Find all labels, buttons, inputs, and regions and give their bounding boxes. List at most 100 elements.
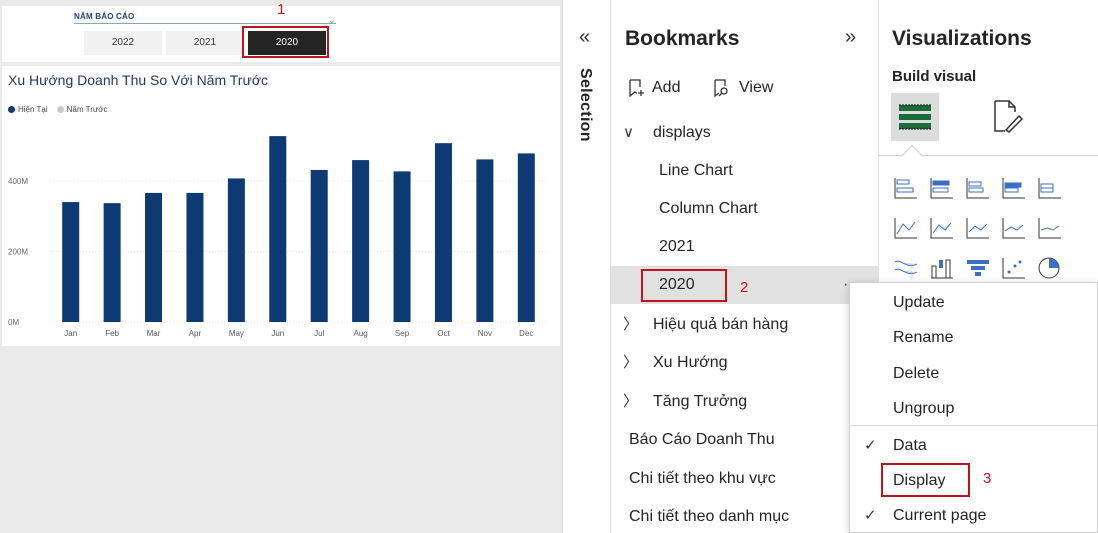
bar-mar[interactable]	[145, 192, 163, 322]
format-visual-tab[interactable]	[989, 98, 1025, 139]
slicer-option-2022[interactable]: 2022	[84, 31, 162, 55]
format-visual-icon	[994, 100, 1024, 133]
menu-item-delete[interactable]: Delete	[850, 357, 1098, 391]
bookmark-item[interactable]: Column Chart	[611, 190, 879, 228]
slicer-option-2021[interactable]: 2021	[166, 31, 244, 55]
ribbon-chart-icon[interactable]	[894, 260, 918, 275]
add-label: Add	[652, 79, 681, 96]
view-bookmark-button[interactable]: View	[712, 78, 773, 98]
bookmark-label: Column Chart	[659, 200, 758, 217]
chevron-down-icon[interactable]: ⌄	[328, 15, 336, 26]
bar-feb[interactable]	[103, 203, 121, 322]
bookmark-group-label: Hiệu quả bán hàng	[653, 316, 789, 333]
add-bookmark-icon	[629, 79, 644, 98]
menu-item-ungroup[interactable]: Ungroup	[850, 392, 1098, 426]
menu-separator	[850, 425, 1098, 426]
pie-icon[interactable]	[1038, 257, 1060, 279]
build-visual-tab[interactable]	[891, 93, 939, 141]
100-bar-icon[interactable]	[1038, 178, 1061, 199]
build-visual-label: Build visual	[892, 68, 977, 85]
chart-plot: 0M 200M 400M Jan Feb Mar Apr May Jun Jul Aug Sep Oct…	[8, 136, 547, 338]
bookmark-group[interactable]: 〉 Xu Hướng	[611, 344, 879, 382]
x-tick-label: Sep	[395, 329, 410, 338]
chevron-right-icon[interactable]: 〉	[623, 306, 638, 344]
menu-item-label: Ungroup	[893, 400, 955, 417]
x-tick-label: Nov	[478, 329, 492, 338]
revenue-trend-chart[interactable]: Xu Hướng Doanh Thu So Với Năm Trước Hiện…	[2, 66, 560, 346]
bar-aug[interactable]	[352, 160, 370, 322]
menu-item-current-page[interactable]: ✓ Current page	[850, 499, 1098, 533]
ribbon-icon[interactable]	[1038, 218, 1061, 239]
menu-item-label: Rename	[893, 329, 954, 346]
bookmark-context-menu: Update Rename Delete Ungroup ✓ Data Disp…	[849, 282, 1098, 533]
bookmark-item[interactable]: Báo Cáo Doanh Thu	[611, 421, 879, 459]
collapse-icon[interactable]: »	[845, 26, 856, 49]
annotation-box-3	[881, 463, 970, 497]
slicer-title: NĂM BÁO CÁO	[74, 12, 135, 21]
bookmark-label: Line Chart	[659, 162, 733, 179]
line-column-icon[interactable]	[1002, 218, 1025, 239]
expand-icon[interactable]: «	[579, 26, 590, 49]
menu-item-update[interactable]: Update	[850, 286, 1098, 320]
bar-may[interactable]	[227, 178, 245, 322]
bar-apr[interactable]	[186, 192, 204, 322]
x-tick-label: Dec	[519, 329, 533, 338]
chevron-right-icon[interactable]: 〉	[623, 344, 638, 382]
funnel-icon[interactable]	[967, 260, 989, 276]
bookmark-label: Chi tiết theo khu vực	[629, 470, 776, 487]
bookmarks-title: Bookmarks	[625, 27, 740, 50]
powerbi-window: NĂM BÁO CÁO ⌄ 2022 2021 2020 1 Xu Hướng …	[0, 0, 1098, 533]
bookmark-group-displays[interactable]: ∨ displays	[611, 114, 879, 152]
stacked-bar-icon[interactable]	[894, 178, 917, 199]
bar-dec[interactable]	[517, 153, 535, 322]
view-label: View	[739, 79, 774, 96]
bookmark-label: 2021	[659, 238, 695, 255]
bar-jul[interactable]	[310, 169, 328, 322]
x-tick-label: Mar	[147, 329, 161, 338]
menu-item-label: Data	[893, 437, 927, 454]
y-tick-label: 400M	[8, 177, 28, 186]
bookmark-item[interactable]: Chi tiết theo danh mục	[611, 498, 879, 533]
selection-pane-label[interactable]: Selection	[576, 68, 594, 142]
menu-item-label: Current page	[893, 507, 987, 524]
report-canvas: NĂM BÁO CÁO ⌄ 2022 2021 2020 1 Xu Hướng …	[0, 0, 562, 533]
y-tick-label: 200M	[8, 247, 28, 256]
chevron-down-icon[interactable]: ∨	[623, 114, 634, 152]
x-tick-label: Jan	[64, 329, 77, 338]
x-tick-label: Aug	[354, 329, 368, 338]
slicer-underline	[74, 23, 336, 24]
line-chart-icon[interactable]	[894, 218, 917, 239]
bookmark-group-label: Xu Hướng	[653, 354, 728, 371]
bookmark-group[interactable]: 〉 Hiệu quả bán hàng	[611, 306, 879, 344]
bar-nov[interactable]	[476, 159, 494, 322]
menu-item-rename[interactable]: Rename	[850, 321, 1098, 355]
bookmark-group[interactable]: 〉 Tăng Trưởng	[611, 383, 879, 421]
menu-item-data[interactable]: ✓ Data	[850, 429, 1098, 463]
viz-tab-indicator	[902, 145, 922, 165]
bar-oct[interactable]	[434, 143, 452, 322]
x-tick-label: Apr	[189, 329, 202, 338]
bookmark-item[interactable]: Chi tiết theo khu vực	[611, 460, 879, 498]
bookmark-group-label: displays	[653, 124, 711, 141]
waterfall-icon[interactable]	[931, 259, 953, 279]
scatter-icon[interactable]	[1002, 258, 1025, 279]
bookmark-item[interactable]: Line Chart	[611, 152, 879, 190]
selection-pane-collapsed: « Selection	[562, 0, 611, 533]
bar-jun[interactable]	[269, 136, 287, 322]
check-icon: ✓	[864, 437, 877, 454]
x-tick-label: Feb	[105, 329, 119, 338]
x-tick-label: Oct	[437, 329, 450, 338]
annotation-number-2: 2	[740, 279, 749, 296]
clustered-bar-icon[interactable]	[966, 178, 989, 199]
area-chart-icon[interactable]	[930, 218, 953, 239]
chevron-right-icon[interactable]: 〉	[623, 383, 638, 421]
bookmark-item[interactable]: 2021	[611, 228, 879, 266]
bar-jan[interactable]	[62, 202, 80, 322]
clustered-column-icon[interactable]	[930, 178, 953, 199]
stacked-area-icon[interactable]	[966, 218, 989, 239]
bar-sep[interactable]	[393, 171, 411, 322]
build-visual-icon	[899, 104, 931, 130]
bookmark-label: Báo Cáo Doanh Thu	[629, 431, 775, 448]
stacked-column-icon[interactable]	[1002, 178, 1025, 199]
add-bookmark-button[interactable]: Add	[627, 78, 680, 98]
